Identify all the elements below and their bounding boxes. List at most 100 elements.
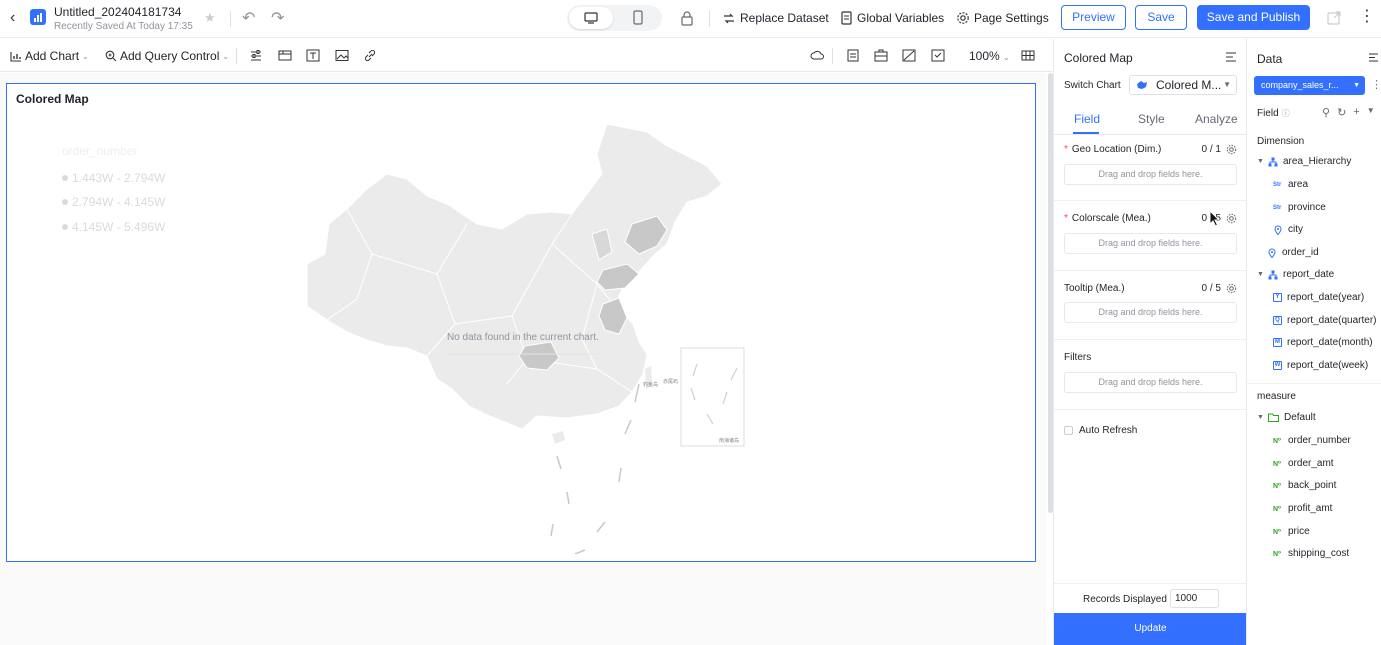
- tree-item-measure[interactable]: N⁰ shipping_cost: [1273, 548, 1349, 559]
- back-arrow-icon[interactable]: ‹: [10, 10, 22, 26]
- add-icon[interactable]: +: [1353, 106, 1359, 119]
- star-icon[interactable]: ★: [204, 10, 216, 26]
- tree-item-measure[interactable]: N⁰ order_number: [1273, 435, 1351, 446]
- required-marker: *: [1064, 144, 1068, 155]
- document-title[interactable]: Untitled_202404181734: [54, 5, 181, 19]
- data-panel: Data company_sales_r... ▼ ⋮ Field ⓘ ⚲ ↻ …: [1246, 39, 1381, 645]
- island-label: 钓鱼岛: [643, 381, 658, 388]
- collapse-panel-icon[interactable]: [1368, 52, 1379, 63]
- slot-label: Geo Location (Dim.): [1071, 144, 1162, 155]
- tree-item-label: report_date(week): [1287, 360, 1369, 371]
- tree-item-area[interactable]: Str area: [1273, 179, 1308, 190]
- number-type-icon: N⁰: [1273, 505, 1282, 513]
- report-icon[interactable]: [846, 49, 860, 62]
- slot-label: Filters: [1064, 352, 1092, 363]
- layout-icon[interactable]: [874, 49, 888, 62]
- gear-icon[interactable]: [1226, 144, 1237, 155]
- field-header: Field ⓘ: [1257, 108, 1290, 119]
- checklist-icon[interactable]: [931, 49, 945, 62]
- save-button[interactable]: Save: [1135, 5, 1187, 30]
- preview-button[interactable]: Preview: [1061, 5, 1126, 30]
- filter-controls-icon[interactable]: [249, 49, 263, 62]
- tab-container-icon[interactable]: [278, 49, 292, 62]
- refresh-icon[interactable]: ↻: [1337, 106, 1346, 119]
- slot-count: 0 / 5: [1201, 283, 1221, 294]
- gear-icon: [957, 12, 969, 24]
- south-sea-inset: [680, 347, 745, 447]
- slot-label: Colorscale (Mea.): [1071, 213, 1151, 224]
- tab-field[interactable]: Field: [1074, 112, 1100, 126]
- tree-item-area-hierarchy[interactable]: ▼ area_Hierarchy: [1257, 156, 1351, 167]
- tree-item-order-id[interactable]: order_id: [1267, 247, 1319, 258]
- zoom-select[interactable]: 100% ⌄: [969, 49, 1010, 63]
- share-icon[interactable]: [1326, 10, 1342, 26]
- tree-item-report-month[interactable]: M report_date(month): [1273, 337, 1373, 348]
- tree-item-report-year[interactable]: Y report_date(year): [1273, 292, 1364, 303]
- tab-style[interactable]: Style: [1138, 112, 1165, 126]
- replace-dataset-button[interactable]: Replace Dataset: [722, 11, 829, 25]
- search-icon[interactable]: ⚲: [1322, 106, 1330, 119]
- divider: [1054, 409, 1247, 410]
- lock-icon[interactable]: [680, 10, 694, 26]
- switch-chart-select[interactable]: Colored M... ▼: [1129, 75, 1237, 95]
- auto-refresh-label: Auto Refresh: [1079, 425, 1138, 436]
- geo-location-dropzone[interactable]: Drag and drop fields here.: [1064, 164, 1237, 185]
- tree-item-report-quarter[interactable]: Q report_date(quarter): [1273, 315, 1377, 326]
- tree-item-city[interactable]: city: [1273, 224, 1303, 235]
- tree-item-measure[interactable]: N⁰ price: [1273, 526, 1310, 537]
- cloud-sync-icon[interactable]: [810, 49, 824, 62]
- zoom-value: 100%: [969, 49, 1000, 63]
- redo-icon[interactable]: ↷: [271, 8, 284, 28]
- tab-analyze[interactable]: Analyze: [1195, 112, 1238, 126]
- add-query-control-button[interactable]: Add Query Control ⌄: [105, 49, 229, 63]
- more-menu-icon[interactable]: ⋮: [1371, 78, 1381, 91]
- gear-icon[interactable]: [1226, 213, 1237, 224]
- more-menu-icon[interactable]: ⋮: [1359, 9, 1375, 25]
- tree-item-label: report_date(month): [1287, 337, 1373, 348]
- page-settings-button[interactable]: Page Settings: [956, 11, 1049, 25]
- desktop-view-button[interactable]: [569, 7, 613, 29]
- gear-icon[interactable]: [1226, 283, 1237, 294]
- info-icon[interactable]: ⓘ: [1282, 108, 1290, 119]
- records-input[interactable]: 1000: [1170, 589, 1219, 608]
- auto-refresh-row[interactable]: Auto Refresh: [1064, 425, 1137, 436]
- tree-item-measure[interactable]: N⁰ profit_amt: [1273, 503, 1332, 514]
- chart-card[interactable]: Colored Map order_number 1.443W - 2.794W…: [6, 83, 1036, 562]
- tree-item-measure[interactable]: N⁰ order_amt: [1273, 458, 1334, 469]
- text-icon[interactable]: [306, 49, 320, 62]
- divider: [230, 11, 231, 27]
- dataset-select[interactable]: company_sales_r... ▼: [1254, 76, 1365, 95]
- chevron-down-icon: ⌄: [82, 51, 89, 61]
- caret-down-icon: ▼: [1223, 80, 1231, 89]
- tree-item-default-folder[interactable]: ▼ Default: [1257, 412, 1316, 423]
- global-variables-button[interactable]: Global Variables: [840, 11, 944, 25]
- tree-item-report-week[interactable]: W report_date(week): [1273, 360, 1368, 371]
- slot-count: 0 / 1: [1201, 144, 1221, 155]
- measure-section-label: measure: [1257, 391, 1296, 402]
- hierarchy-icon: [1268, 270, 1278, 279]
- tree-item-province[interactable]: Str province: [1273, 202, 1326, 213]
- caret-down-icon: ▼: [1257, 158, 1264, 165]
- geo-pin-icon: [1274, 225, 1282, 235]
- tree-item-report-date[interactable]: ▼ report_date: [1257, 269, 1334, 280]
- tree-item-measure[interactable]: N⁰ back_point: [1273, 480, 1336, 491]
- geo-pin-icon: [1268, 248, 1276, 258]
- filters-dropzone[interactable]: Drag and drop fields here.: [1064, 372, 1237, 393]
- grid-icon[interactable]: [1021, 49, 1035, 62]
- add-chart-button[interactable]: Add Chart ⌄: [10, 49, 89, 63]
- save-and-publish-button[interactable]: Save and Publish: [1197, 5, 1310, 30]
- tooltip-dropzone[interactable]: Drag and drop fields here.: [1064, 302, 1237, 323]
- caret-down-icon[interactable]: ▼: [1367, 106, 1375, 119]
- update-button[interactable]: Update: [1054, 613, 1247, 645]
- link-icon[interactable]: [363, 49, 377, 62]
- hide-icon[interactable]: [902, 49, 916, 62]
- auto-refresh-checkbox[interactable]: [1064, 426, 1073, 435]
- collapse-panel-icon[interactable]: [1225, 51, 1237, 63]
- image-icon[interactable]: [335, 49, 349, 62]
- colorscale-dropzone[interactable]: Drag and drop fields here.: [1064, 233, 1237, 254]
- mobile-view-button[interactable]: [616, 7, 660, 29]
- filters-slot-header: Filters: [1064, 352, 1237, 363]
- legend-dot: [62, 199, 68, 205]
- switch-chart-label: Switch Chart: [1064, 80, 1121, 91]
- undo-icon[interactable]: ↶: [242, 8, 255, 28]
